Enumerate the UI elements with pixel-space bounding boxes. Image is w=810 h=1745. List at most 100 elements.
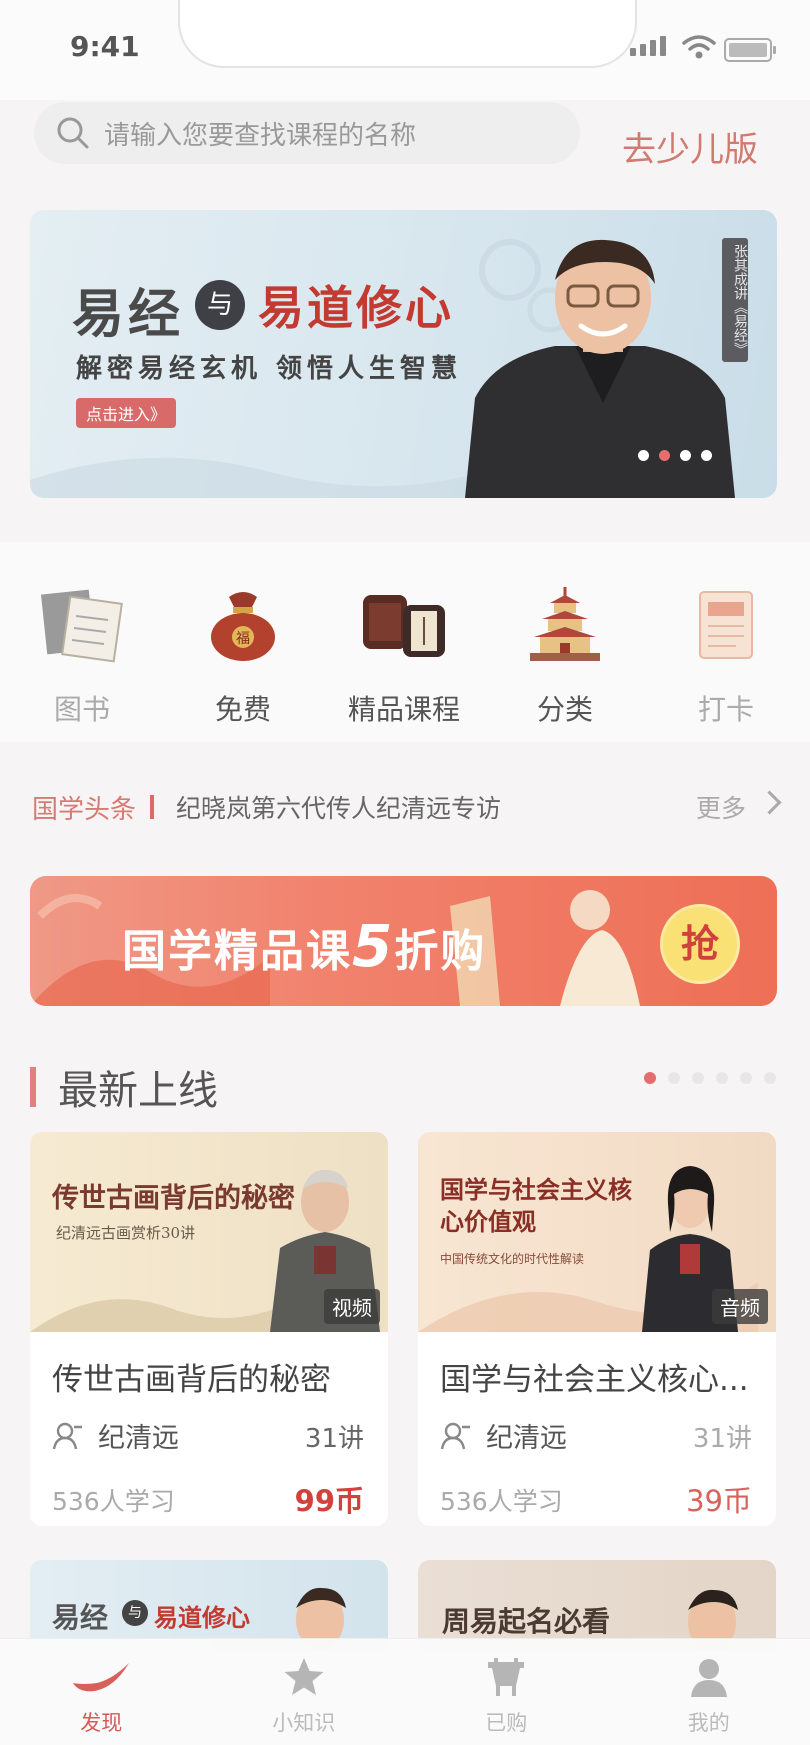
user-icon bbox=[687, 1656, 731, 1698]
star-icon bbox=[282, 1656, 326, 1698]
pagination-dot bbox=[740, 1072, 752, 1084]
course-price: 39币 bbox=[686, 1478, 752, 1520]
banner-subtitle: 解密易经玄机 领悟人生智慧 bbox=[76, 348, 462, 385]
signal-icon bbox=[630, 36, 666, 56]
learner-count: 536人学习 bbox=[52, 1482, 175, 1518]
section-accent-bar bbox=[30, 1067, 36, 1107]
banner-title-connector: 与 bbox=[195, 280, 245, 330]
svg-text:福: 福 bbox=[236, 631, 250, 647]
thumbnail-subtitle: 中国传统文化的时代性解读 bbox=[440, 1250, 584, 1267]
peek-presenter bbox=[30, 1560, 388, 1650]
promo-banner[interactable]: 国学精品课5折购 抢 bbox=[30, 876, 777, 1006]
tab-me[interactable]: 我的 bbox=[608, 1639, 810, 1745]
battery-icon bbox=[724, 38, 772, 62]
promo-text-post: 折购 bbox=[394, 926, 486, 977]
chevron-right-icon[interactable] bbox=[757, 790, 781, 814]
thumbnail-subtitle: 纪清远古画赏析30讲 bbox=[56, 1222, 195, 1243]
banner-pagination bbox=[638, 450, 712, 461]
category-books[interactable]: 图书 bbox=[3, 542, 161, 742]
discover-icon bbox=[69, 1657, 133, 1697]
lecture-count: 31讲 bbox=[693, 1418, 752, 1455]
books-icon bbox=[40, 586, 124, 664]
news-tag: 国学头条 bbox=[32, 789, 136, 826]
promo-text-pre: 国学精品课 bbox=[122, 926, 352, 977]
course-title: 国学与社会主义核心... bbox=[440, 1354, 760, 1399]
course-author: 纪清远 bbox=[440, 1416, 567, 1455]
banner-title-left: 易经 bbox=[72, 272, 184, 347]
category-label: 精品课程 bbox=[325, 688, 483, 728]
banner-side-caption: 张其成讲《易经》 bbox=[722, 238, 748, 362]
hero-banner[interactable]: 易经 与 易道修心 解密易经玄机 领悟人生智慧 点击进入》 张其成讲《易经》 bbox=[30, 210, 777, 498]
status-time: 9:41 bbox=[70, 30, 140, 63]
category-free[interactable]: 福 免费 bbox=[164, 542, 322, 742]
lecture-count: 31讲 bbox=[305, 1418, 364, 1455]
tab-tips[interactable]: 小知识 bbox=[203, 1639, 406, 1745]
peek-presenter bbox=[418, 1560, 776, 1650]
category-checkin[interactable]: 打卡 bbox=[647, 542, 805, 742]
section-header: 最新上线 bbox=[30, 1058, 218, 1116]
promo-discount-number: 5 bbox=[352, 912, 394, 980]
category-label: 打卡 bbox=[647, 688, 805, 728]
section-title: 最新上线 bbox=[58, 1058, 218, 1116]
course-title: 传世古画背后的秘密 bbox=[52, 1354, 372, 1399]
thumbnail-title: 国学与社会主义核心价值观 bbox=[440, 1174, 640, 1238]
grab-button[interactable]: 抢 bbox=[660, 904, 740, 984]
pagination-dot bbox=[668, 1072, 680, 1084]
tab-label: 发现 bbox=[0, 1707, 203, 1737]
course-thumbnail: 传世古画背后的秘密 纪清远古画赏析30讲 视频 bbox=[30, 1132, 388, 1332]
category-label: 分类 bbox=[486, 688, 644, 728]
kids-version-link[interactable]: 去少儿版 bbox=[622, 122, 758, 171]
section-pagination bbox=[644, 1072, 776, 1084]
course-card-peek[interactable]: 易经 与 易道修心 bbox=[30, 1560, 388, 1650]
banner-title-right: 易道修心 bbox=[258, 272, 454, 338]
pagination-dot bbox=[701, 450, 712, 461]
pagination-dot-active bbox=[659, 450, 670, 461]
news-ticker[interactable]: 国学头条 纪晓岚第六代传人纪清远专访 更多 bbox=[0, 778, 810, 836]
pagination-dot-active bbox=[644, 1072, 656, 1084]
media-type-badge: 视频 bbox=[324, 1289, 380, 1324]
category-label: 免费 bbox=[164, 688, 322, 728]
tab-label: 已购 bbox=[405, 1707, 608, 1737]
pagination-dot bbox=[638, 450, 649, 461]
news-headline[interactable]: 纪晓岚第六代传人纪清远专访 bbox=[176, 789, 501, 825]
course-thumbnail: 国学与社会主义核心价值观 中国传统文化的时代性解读 音频 bbox=[418, 1132, 776, 1332]
tab-purchased[interactable]: 已购 bbox=[405, 1639, 608, 1745]
category-label: 图书 bbox=[3, 688, 161, 728]
news-more-link[interactable]: 更多 bbox=[696, 789, 746, 825]
banner-enter-button[interactable]: 点击进入》 bbox=[76, 398, 176, 428]
teacher-icon bbox=[52, 1421, 84, 1451]
lucky-bag-icon: 福 bbox=[207, 587, 279, 663]
course-card[interactable]: 国学与社会主义核心价值观 中国传统文化的时代性解读 音频 国学与社会主义核心..… bbox=[418, 1132, 776, 1526]
pagination-dot bbox=[716, 1072, 728, 1084]
news-divider bbox=[150, 795, 154, 819]
pagination-dot bbox=[764, 1072, 776, 1084]
search-icon bbox=[56, 116, 90, 150]
media-type-badge: 音频 bbox=[712, 1289, 768, 1324]
thumbnail-title: 传世古画背后的秘密 bbox=[52, 1176, 295, 1215]
status-bar: 9:41 bbox=[0, 0, 810, 100]
ding-vessel-icon bbox=[484, 1656, 528, 1698]
course-card-peek[interactable]: 周易起名必看 bbox=[418, 1560, 776, 1650]
author-name: 纪清远 bbox=[486, 1416, 567, 1455]
search-placeholder: 请输入您要查找课程的名称 bbox=[104, 115, 416, 152]
tab-label: 我的 bbox=[608, 1707, 810, 1737]
wifi-icon bbox=[682, 34, 716, 60]
author-name: 纪清远 bbox=[98, 1416, 179, 1455]
pagoda-icon bbox=[526, 585, 604, 665]
search-bar[interactable]: 请输入您要查找课程的名称 bbox=[34, 102, 580, 164]
category-grid: 图书 福 免费 精品课程 bbox=[0, 542, 810, 742]
category-classification[interactable]: 分类 bbox=[486, 542, 644, 742]
promo-text: 国学精品课5折购 bbox=[122, 912, 486, 980]
learner-count: 536人学习 bbox=[440, 1482, 563, 1518]
pagination-dot bbox=[692, 1072, 704, 1084]
course-author: 纪清远 bbox=[52, 1416, 179, 1455]
checkin-card-icon bbox=[694, 586, 758, 664]
scroll-icon bbox=[359, 589, 449, 661]
tab-discover[interactable]: 发现 bbox=[0, 1639, 203, 1745]
course-price: 99币 bbox=[295, 1478, 364, 1520]
course-card[interactable]: 传世古画背后的秘密 纪清远古画赏析30讲 视频 传世古画背后的秘密 纪清远 31… bbox=[30, 1132, 388, 1526]
pagination-dot bbox=[680, 450, 691, 461]
category-premium-courses[interactable]: 精品课程 bbox=[325, 542, 483, 742]
tab-label: 小知识 bbox=[203, 1707, 406, 1737]
bottom-tab-bar: 发现 小知识 已购 我的 bbox=[0, 1638, 810, 1745]
